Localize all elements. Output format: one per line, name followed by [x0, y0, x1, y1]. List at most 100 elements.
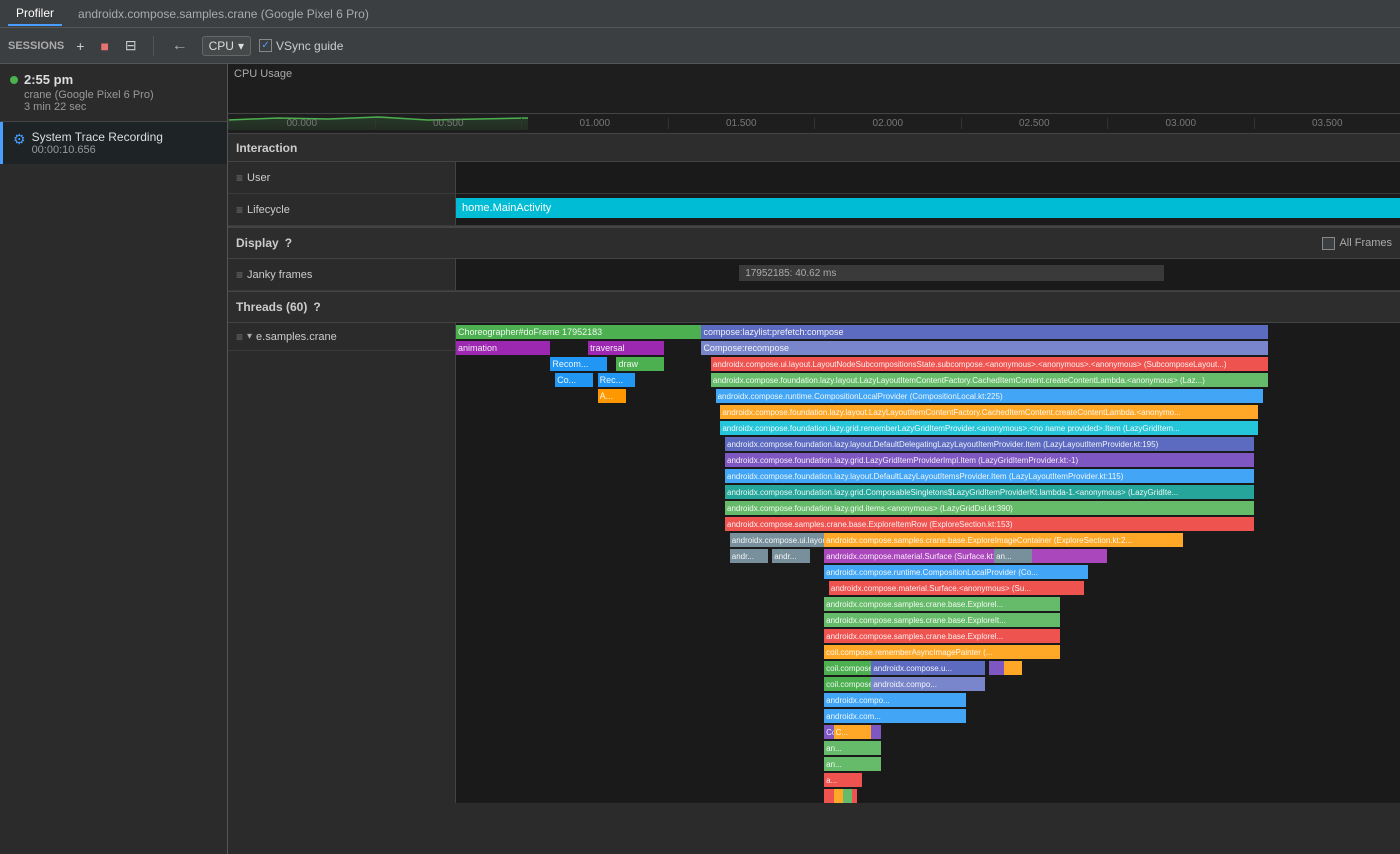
vsync-checkbox[interactable]: [259, 39, 272, 52]
orange-small-block[interactable]: [1004, 661, 1023, 675]
tick-4: 02.000: [814, 118, 961, 129]
surface-block[interactable]: androidx.compose.material.Surface (Surfa…: [824, 549, 1107, 563]
vsync-label-text: VSync guide: [276, 39, 343, 53]
vsync-toggle[interactable]: VSync guide: [259, 39, 343, 53]
session-time: 2:55 pm: [10, 72, 217, 87]
tick-3: 01.500: [668, 118, 815, 129]
all-frames-checkbox[interactable]: [1322, 237, 1335, 250]
recom-block[interactable]: Recom...: [550, 357, 607, 371]
cpu-chart: CPU Usage 00.000 00.500 01.000: [228, 64, 1400, 134]
items-anonymous-block[interactable]: androidx.compose.foundation.lazy.grid.it…: [725, 501, 1254, 515]
threads-label: Threads (60): [236, 300, 307, 314]
hamburger-icon-3[interactable]: ≡: [236, 268, 243, 282]
co-block[interactable]: Co...: [555, 373, 593, 387]
compose-4-block[interactable]: androidx.com...: [824, 709, 966, 723]
small-bar-3[interactable]: [843, 789, 852, 803]
thread-name: e.samples.crane: [256, 331, 337, 343]
cpu-label: CPU: [209, 39, 234, 53]
all-frames-label: All Frames: [1322, 237, 1392, 250]
user-label: ≡ User: [228, 162, 456, 193]
create-content-block[interactable]: androidx.compose.foundation.lazy.layout.…: [720, 405, 1258, 419]
small-bar-4[interactable]: [852, 789, 857, 803]
interaction-header: Interaction: [228, 134, 1400, 162]
a-red-block[interactable]: a...: [824, 773, 862, 787]
tick-2: 01.000: [521, 118, 668, 129]
stop-button[interactable]: ■: [96, 36, 112, 56]
sections-area[interactable]: Interaction ≡ User ≡ Lifecycle: [228, 134, 1400, 854]
split-button[interactable]: ⊟: [121, 35, 141, 56]
a-orange-block[interactable]: A...: [598, 389, 626, 403]
explore-it-block[interactable]: androidx.compose.samples.crane.base.Expl…: [824, 613, 1060, 627]
draw-block[interactable]: draw: [616, 357, 663, 371]
threads-content: ≡ ▾ e.samples.crane Choreographer#doFram…: [228, 323, 1400, 803]
small-bar-1[interactable]: [824, 789, 833, 803]
status-dot: [10, 76, 18, 84]
small-bar-2[interactable]: [834, 789, 843, 803]
display-section: Display ? All Frames ≡ Janky frames: [228, 227, 1400, 291]
an-green-2-block[interactable]: an...: [824, 757, 881, 771]
compose-2-block[interactable]: androidx.compo...: [871, 677, 984, 691]
title-bar: Profiler androidx.compose.samples.crane …: [0, 0, 1400, 28]
thread-label-item[interactable]: ≡ ▾ e.samples.crane: [228, 323, 455, 351]
c-orange-block[interactable]: C...: [834, 725, 872, 739]
display-label: Display: [236, 236, 279, 250]
tick-1: 00.500: [375, 118, 522, 129]
composition-local-block[interactable]: androidx.compose.runtime.CompositionLoca…: [716, 389, 1264, 403]
remember-lazy-grid-block[interactable]: androidx.compose.foundation.lazy.grid.re…: [720, 421, 1258, 435]
surface-anonymous-block[interactable]: androidx.compose.material.Surface.<anony…: [829, 581, 1084, 595]
an-green-1-block[interactable]: an...: [824, 741, 881, 755]
janky-frames-row: ≡ Janky frames 17952185: 40.62 ms: [228, 259, 1400, 291]
composable-singletons-block[interactable]: androidx.compose.foundation.lazy.grid.Co…: [725, 485, 1254, 499]
composition-local2-block[interactable]: androidx.compose.runtime.CompositionLoca…: [824, 565, 1088, 579]
default-lazy-items-block[interactable]: androidx.compose.foundation.lazy.layout.…: [725, 469, 1254, 483]
lifecycle-content: home.MainActivity: [456, 194, 1400, 225]
choreographer-block[interactable]: Choreographer#doFrame 17952183: [456, 325, 701, 339]
layout-node-block[interactable]: androidx.compose.ui.layout.LayoutNodeSub…: [711, 357, 1268, 371]
display-help-icon[interactable]: ?: [285, 236, 292, 250]
tick-7: 03.500: [1254, 118, 1400, 129]
display-header: Display ? All Frames: [228, 227, 1400, 259]
rec-block[interactable]: Rec...: [598, 373, 636, 387]
cpu-usage-label: CPU Usage: [234, 68, 292, 80]
expand-arrow[interactable]: ▾: [247, 331, 252, 342]
recompose-block[interactable]: Compose:recompose: [701, 341, 1267, 355]
hamburger-icon-2[interactable]: ≡: [236, 203, 243, 217]
explore-item-row-block[interactable]: androidx.compose.samples.crane.base.Expl…: [725, 517, 1254, 531]
add-session-button[interactable]: +: [72, 36, 88, 56]
janky-value: 17952185: 40.62 ms: [745, 268, 836, 279]
recording-name: System Trace Recording: [32, 130, 163, 144]
an-right-block[interactable]: an...: [994, 549, 1032, 563]
compose-3-block[interactable]: androidx.compo...: [824, 693, 966, 707]
recording-item[interactable]: ⚙ System Trace Recording 00:00:10.656: [0, 122, 227, 164]
back-button[interactable]: ←: [166, 35, 194, 57]
animation-block[interactable]: animation: [456, 341, 550, 355]
compose-u-block[interactable]: androidx.compose.u...: [871, 661, 984, 675]
andr-block-2[interactable]: andr...: [772, 549, 810, 563]
app-title: androidx.compose.samples.crane (Google P…: [78, 7, 369, 21]
explorel-1-block[interactable]: androidx.compose.samples.crane.base.Expl…: [824, 597, 1060, 611]
profiler-tab[interactable]: Profiler: [8, 2, 62, 26]
explore-image-container-block[interactable]: androidx.compose.samples.crane.base.Expl…: [824, 533, 1183, 547]
hamburger-icon[interactable]: ≡: [236, 171, 243, 185]
threads-header: Threads (60) ?: [228, 291, 1400, 323]
janky-frames-label: ≡ Janky frames: [228, 259, 456, 290]
janky-frames-content: 17952185: 40.62 ms: [456, 259, 1400, 290]
default-delegating-block[interactable]: androidx.compose.foundation.lazy.layout.…: [725, 437, 1254, 451]
session-device: crane (Google Pixel 6 Pro): [10, 89, 217, 101]
lazylist-block[interactable]: compose:lazylist:prefetch:compose: [701, 325, 1267, 339]
cached-item-block[interactable]: androidx.compose.foundation.lazy.layout.…: [711, 373, 1268, 387]
thread-hamburger-icon[interactable]: ≡: [236, 330, 243, 344]
janky-bar: 17952185: 40.62 ms: [739, 265, 1164, 281]
cpu-selector[interactable]: CPU ▾: [202, 36, 251, 56]
threads-help-icon[interactable]: ?: [313, 300, 320, 314]
recording-duration: 00:00:10.656: [32, 144, 163, 156]
tick-6: 03.000: [1107, 118, 1254, 129]
traversal-block[interactable]: traversal: [588, 341, 664, 355]
interaction-label: Interaction: [236, 141, 297, 155]
toolbar: SESSIONS + ■ ⊟ ← CPU ▾ VSync guide: [0, 28, 1400, 64]
explorel-2-block[interactable]: androidx.compose.samples.crane.base.Expl…: [824, 629, 1060, 643]
lazy-grid-item-impl-block[interactable]: androidx.compose.foundation.lazy.grid.La…: [725, 453, 1254, 467]
tick-5: 02.500: [961, 118, 1108, 129]
remember-async-image-block[interactable]: coil.compose.rememberAsyncImagePainter (…: [824, 645, 1060, 659]
andr-block-1[interactable]: andr...: [730, 549, 768, 563]
